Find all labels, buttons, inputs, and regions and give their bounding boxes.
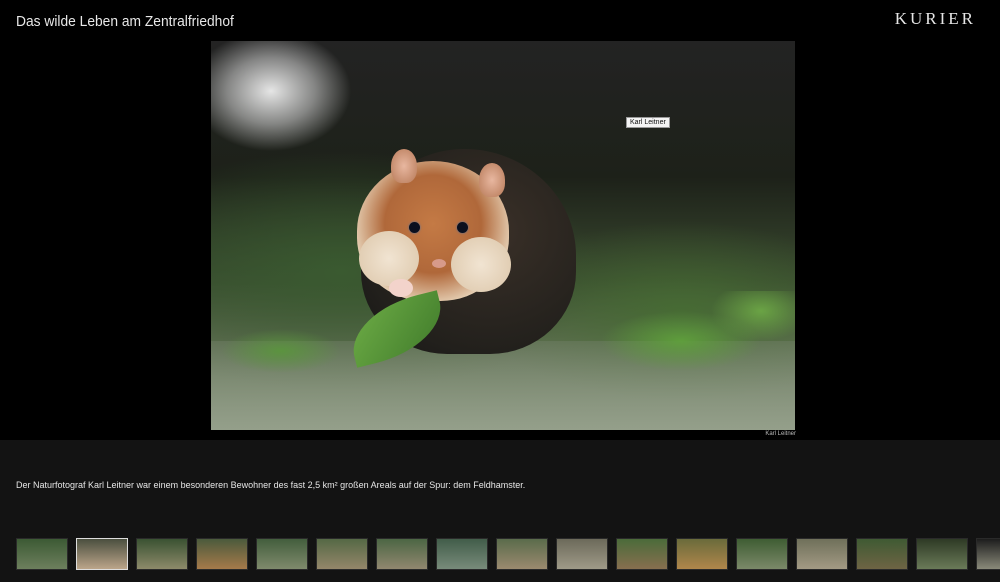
hamster-ear-right xyxy=(479,163,505,197)
thumbnail-10[interactable] xyxy=(556,538,608,570)
thumbnail-4[interactable] xyxy=(196,538,248,570)
gallery-title: Das wilde Leben am Zentralfriedhof xyxy=(16,13,234,30)
main-photo[interactable] xyxy=(211,41,795,430)
photo-tooltip: Karl Leitner xyxy=(626,117,670,128)
thumbnail-6[interactable] xyxy=(316,538,368,570)
hamster-cheek-left xyxy=(359,231,419,286)
thumbnail-strip xyxy=(16,538,1000,570)
thumbnail-17[interactable] xyxy=(976,538,1000,570)
thumbnail-3[interactable] xyxy=(136,538,188,570)
thumbnail-15[interactable] xyxy=(856,538,908,570)
photo-caption: Der Naturfotograf Karl Leitner war einem… xyxy=(16,480,526,490)
hamster-paw xyxy=(389,279,413,297)
thumbnail-1[interactable] xyxy=(16,538,68,570)
hamster-eye-right xyxy=(457,222,468,233)
thumbnail-13[interactable] xyxy=(736,538,788,570)
hamster-nose xyxy=(432,259,446,268)
kurier-logo[interactable]: KURIER xyxy=(895,9,976,29)
thumbnail-9[interactable] xyxy=(496,538,548,570)
thumbnail-11[interactable] xyxy=(616,538,668,570)
thumbnail-14[interactable] xyxy=(796,538,848,570)
thumbnail-7[interactable] xyxy=(376,538,428,570)
thumbnail-16[interactable] xyxy=(916,538,968,570)
thumbnail-8[interactable] xyxy=(436,538,488,570)
thumbnail-5[interactable] xyxy=(256,538,308,570)
thumbnail-12[interactable] xyxy=(676,538,728,570)
thumbnail-2[interactable] xyxy=(76,538,128,570)
hamster-eye-left xyxy=(409,222,420,233)
photo-credit: Karl Leitner xyxy=(765,431,796,437)
hamster-ear-left xyxy=(391,149,417,183)
hamster-cheek-right xyxy=(451,237,511,292)
